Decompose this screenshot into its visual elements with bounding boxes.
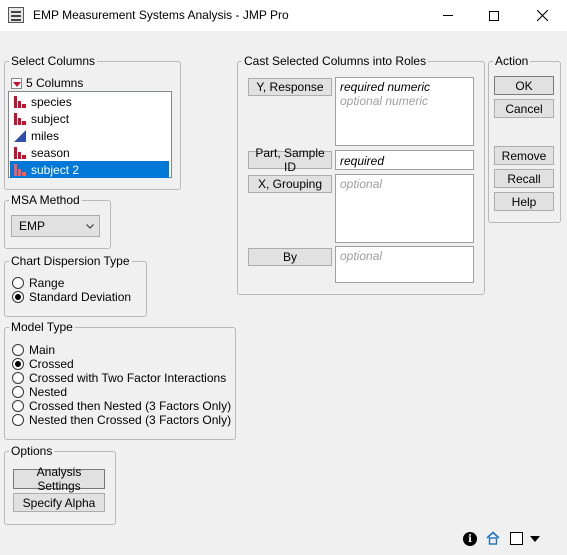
red-triangle-menu-icon[interactable] — [11, 77, 22, 89]
radio-label: Range — [29, 276, 65, 290]
radio-standard-deviation[interactable]: Standard Deviation — [12, 290, 131, 304]
options-legend: Options — [11, 444, 53, 458]
x-grouping-button[interactable]: X, Grouping — [248, 175, 332, 193]
radio-label: Nested — [29, 385, 68, 399]
radio-label: Nested then Crossed (3 Factors Only) — [29, 413, 232, 427]
column-name: species — [31, 94, 72, 109]
ok-button[interactable]: OK — [494, 76, 554, 95]
by-drop-box[interactable]: optional — [335, 246, 474, 283]
column-name: season — [31, 145, 70, 160]
required-numeric-hint: required numeric — [340, 80, 431, 94]
radio-nested[interactable]: Nested — [12, 385, 67, 399]
recall-button[interactable]: Recall — [494, 169, 554, 188]
nominal-icon — [14, 95, 26, 108]
optional-hint: optional — [340, 177, 383, 191]
info-icon[interactable]: i — [463, 532, 477, 546]
radio-button[interactable] — [12, 400, 24, 412]
home-icon[interactable] — [486, 531, 500, 548]
optional-hint: optional — [340, 249, 383, 263]
by-button[interactable]: By — [248, 248, 332, 266]
action-legend: Action — [495, 54, 529, 68]
radio-button[interactable] — [12, 386, 24, 398]
column-name: miles — [31, 128, 60, 143]
column-item-species[interactable]: species — [10, 93, 169, 110]
window-title: EMP Measurement Systems Analysis - JMP P… — [33, 8, 289, 22]
nominal-icon — [14, 146, 26, 159]
column-item-subject-2[interactable]: subject 2 — [10, 161, 169, 178]
y-response-drop-box[interactable]: required numeric optional numeric — [335, 77, 474, 146]
radio-button[interactable] — [12, 358, 24, 370]
status-bar: i — [0, 527, 567, 555]
y-response-button[interactable]: Y, Response — [248, 78, 332, 96]
radio-label: Standard Deviation — [29, 290, 132, 304]
remove-button[interactable]: Remove — [494, 146, 554, 165]
radio-crossed[interactable]: Crossed — [12, 357, 74, 371]
msa-method-select[interactable]: EMP — [11, 215, 100, 237]
radio-main[interactable]: Main — [12, 343, 55, 357]
nominal-icon — [14, 163, 26, 176]
part-sample-id-button[interactable]: Part, Sample ID — [248, 146, 332, 174]
cancel-button[interactable]: Cancel — [494, 99, 554, 118]
msa-method-value: EMP — [19, 219, 46, 233]
dialog-client-area: Select Columns 5 Columns species subject… — [0, 31, 567, 555]
columns-count-toggle[interactable]: 5 Columns — [11, 76, 83, 90]
radio-range[interactable]: Range — [12, 276, 64, 290]
columns-count-label: 5 Columns — [26, 76, 84, 90]
radio-crossed-then-nested[interactable]: Crossed then Nested (3 Factors Only) — [12, 399, 231, 413]
cast-roles-legend: Cast Selected Columns into Roles — [244, 54, 427, 68]
radio-label: Crossed — [29, 357, 74, 371]
column-name: subject 2 — [31, 162, 80, 177]
optional-numeric-hint: optional numeric — [340, 94, 429, 108]
msa-method-legend: MSA Method — [11, 193, 80, 207]
column-item-season[interactable]: season — [10, 144, 169, 161]
radio-button[interactable] — [12, 414, 24, 426]
column-item-subject[interactable]: subject — [10, 110, 169, 127]
specify-alpha-button[interactable]: Specify Alpha — [13, 493, 105, 512]
chevron-down-icon[interactable] — [530, 536, 540, 542]
minimize-button[interactable] — [425, 0, 471, 31]
radio-label: Main — [29, 343, 56, 357]
title-bar: EMP Measurement Systems Analysis - JMP P… — [0, 0, 567, 31]
part-sample-id-drop-box[interactable]: required — [335, 150, 474, 170]
chevron-down-icon — [86, 224, 94, 229]
x-grouping-drop-box[interactable]: optional — [335, 174, 474, 243]
nominal-icon — [14, 112, 26, 125]
jmp-app-icon — [8, 7, 24, 23]
columns-listbox[interactable]: species subject miles season subject 2 — [8, 91, 172, 178]
column-name: subject — [31, 111, 70, 126]
continuous-icon — [14, 129, 26, 142]
radio-label: Crossed with Two Factor Interactions — [29, 371, 227, 385]
required-hint: required — [340, 154, 385, 168]
close-button[interactable] — [517, 0, 567, 31]
radio-nested-then-crossed[interactable]: Nested then Crossed (3 Factors Only) — [12, 413, 231, 427]
help-button[interactable]: Help — [494, 192, 554, 211]
maximize-button[interactable] — [471, 0, 517, 31]
maximize-icon — [489, 10, 499, 21]
model-type-legend: Model Type — [11, 320, 73, 334]
select-columns-legend: Select Columns — [11, 54, 96, 68]
window-icon[interactable] — [510, 532, 523, 545]
chart-dispersion-legend: Chart Dispersion Type — [11, 254, 130, 268]
close-icon — [536, 10, 548, 21]
radio-button[interactable] — [12, 291, 24, 303]
radio-button[interactable] — [12, 277, 24, 289]
radio-button[interactable] — [12, 344, 24, 356]
radio-label: Crossed then Nested (3 Factors Only) — [29, 399, 232, 413]
radio-button[interactable] — [12, 372, 24, 384]
radio-crossed-two-factor[interactable]: Crossed with Two Factor Interactions — [12, 371, 226, 385]
column-item-miles[interactable]: miles — [10, 127, 169, 144]
analysis-settings-button[interactable]: Analysis Settings — [13, 465, 105, 493]
minimize-icon — [443, 15, 453, 16]
